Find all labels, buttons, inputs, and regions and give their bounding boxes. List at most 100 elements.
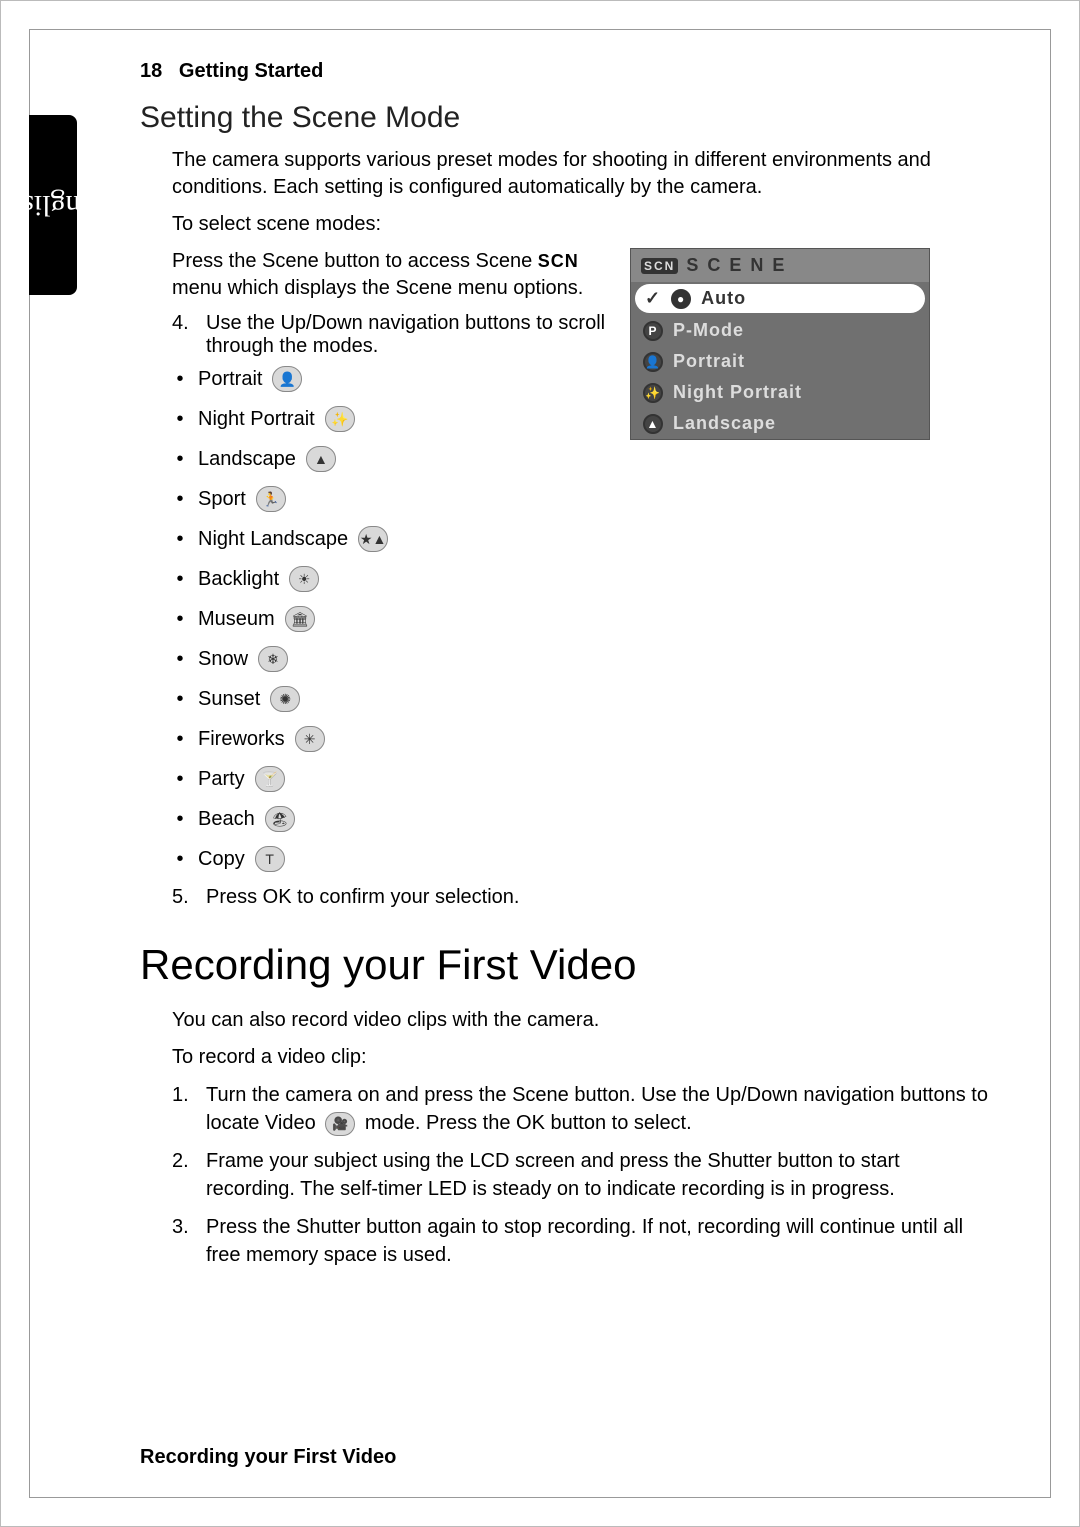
scene-menu-row: ▲ Landscape xyxy=(631,408,929,439)
portrait-icon: 👤 xyxy=(272,366,302,392)
subheading-setting-scene-mode: Setting the Scene Mode xyxy=(140,101,990,135)
video-lead: To record a video clip: xyxy=(172,1044,990,1071)
mode-label: Party xyxy=(198,768,245,791)
page-header: 18 Getting Started xyxy=(140,60,990,83)
snow-icon: ❄ xyxy=(258,646,288,672)
left-column: Press the Scene button to access Scene S… xyxy=(140,248,610,915)
video-steps-list: 1.Turn the camera on and press the Scene… xyxy=(172,1081,990,1269)
step5-text: Press OK to confirm your selection. xyxy=(206,886,519,909)
language-label: English xyxy=(7,188,99,222)
section-name: Getting Started xyxy=(179,60,323,82)
mode-label: Night Portrait xyxy=(198,408,315,431)
step-text-post: mode. Press the OK button to select. xyxy=(359,1112,691,1134)
mode-item: Landscape ▲ xyxy=(172,446,610,472)
intro-paragraph: The camera supports various preset modes… xyxy=(172,147,990,201)
copy-icon: T xyxy=(255,846,285,872)
scene-row-label: P-Mode xyxy=(673,320,744,341)
beach-icon: 🏖 xyxy=(265,806,295,832)
mode-label: Beach xyxy=(198,808,255,831)
step-5: 5. Press OK to confirm your selection. xyxy=(172,886,610,909)
scn-badge-icon: SCN xyxy=(641,258,678,274)
scene-row-icon: ● xyxy=(671,289,691,309)
scene-row-icon: ✨ xyxy=(643,383,663,403)
step-body: Frame your subject using the LCD screen … xyxy=(206,1147,990,1203)
mode-item: Fireworks ✳ xyxy=(172,726,610,752)
mode-label: Backlight xyxy=(198,568,279,591)
page-footer: Recording your First Video xyxy=(140,1446,396,1469)
mode-item: Portrait 👤 xyxy=(172,366,610,392)
scene-row-label: Portrait xyxy=(673,351,745,372)
heading-recording-first-video: Recording your First Video xyxy=(140,941,990,989)
mode-item: Night Landscape ★▲ xyxy=(172,526,610,552)
language-tab: English xyxy=(29,115,77,295)
mode-label: Fireworks xyxy=(198,728,285,751)
sunset-icon: ✺ xyxy=(270,686,300,712)
scene-modes-list: Portrait 👤 Night Portrait ✨ Landscape ▲ Sport 🏃… xyxy=(172,366,610,872)
scn-inline-label: SCN xyxy=(538,251,579,271)
mode-item: Backlight ☀ xyxy=(172,566,610,592)
scene-row-icon: 👤 xyxy=(643,352,663,372)
mode-item: Sport 🏃 xyxy=(172,486,610,512)
scene-menu-figure: SCN S C E N E ✓ ● Auto P P-Mode 👤 Portrait ✨ Nig… xyxy=(630,248,930,440)
scene-menu-row: P P-Mode xyxy=(631,315,929,346)
night-portrait-icon: ✨ xyxy=(325,406,355,432)
press-scene-line: Press the Scene button to access Scene S… xyxy=(172,248,610,302)
select-lead: To select scene modes: xyxy=(172,211,990,238)
scene-menu-title-text: S C E N E xyxy=(686,255,786,276)
mode-item: Night Portrait ✨ xyxy=(172,406,610,432)
step4-number: 4. xyxy=(172,312,196,358)
step-number: 2. xyxy=(172,1147,196,1203)
scene-menu-title: SCN S C E N E xyxy=(631,249,929,282)
press-scene-text-1: Press the Scene button to access Scene xyxy=(172,250,538,272)
mode-item: Snow ❄ xyxy=(172,646,610,672)
page-number: 18 xyxy=(140,60,162,82)
step-body: Turn the camera on and press the Scene b… xyxy=(206,1081,990,1137)
mode-item: Sunset ✺ xyxy=(172,686,610,712)
fireworks-icon: ✳ xyxy=(295,726,325,752)
check-icon: ✓ xyxy=(645,288,661,309)
mode-label: Copy xyxy=(198,848,245,871)
mode-label: Portrait xyxy=(198,368,262,391)
mode-label: Night Landscape xyxy=(198,528,348,551)
mode-item: Copy T xyxy=(172,846,610,872)
scene-menu-row: ✓ ● Auto xyxy=(635,284,925,313)
step-body: Press the Shutter button again to stop r… xyxy=(206,1213,990,1269)
step5-number: 5. xyxy=(172,886,196,909)
video-step: 2.Frame your subject using the LCD scree… xyxy=(172,1147,990,1203)
mode-label: Sport xyxy=(198,488,246,511)
scene-menu-row: ✨ Night Portrait xyxy=(631,377,929,408)
sport-icon: 🏃 xyxy=(256,486,286,512)
scene-row-icon: ▲ xyxy=(643,414,663,434)
mode-label: Snow xyxy=(198,648,248,671)
landscape-icon: ▲ xyxy=(306,446,336,472)
video-step: 1.Turn the camera on and press the Scene… xyxy=(172,1081,990,1137)
step-number: 1. xyxy=(172,1081,196,1137)
video-intro: You can also record video clips with the… xyxy=(172,1007,990,1034)
mode-item: Party 🍸 xyxy=(172,766,610,792)
video-step: 3.Press the Shutter button again to stop… xyxy=(172,1213,990,1269)
museum-icon: 🏛 xyxy=(285,606,315,632)
scene-row-label: Night Portrait xyxy=(673,382,802,403)
page-content: 18 Getting Started Setting the Scene Mod… xyxy=(140,60,990,1269)
press-scene-text-2: menu which displays the Scene menu optio… xyxy=(172,277,583,299)
party-icon: 🍸 xyxy=(255,766,285,792)
mode-label: Sunset xyxy=(198,688,260,711)
video-mode-icon: 🎥 xyxy=(325,1112,355,1136)
manual-page: English 18 Getting Started Setting the S… xyxy=(0,0,1080,1527)
scene-menu-row: 👤 Portrait xyxy=(631,346,929,377)
mode-item: Beach 🏖 xyxy=(172,806,610,832)
two-column-area: Press the Scene button to access Scene S… xyxy=(140,248,990,915)
step-text: Frame your subject using the LCD screen … xyxy=(206,1150,900,1200)
scene-row-icon: P xyxy=(643,321,663,341)
backlight-icon: ☀ xyxy=(289,566,319,592)
step-number: 3. xyxy=(172,1213,196,1269)
step-text: Press the Shutter button again to stop r… xyxy=(206,1216,963,1266)
mode-label: Museum xyxy=(198,608,275,631)
mode-label: Landscape xyxy=(198,448,296,471)
scene-row-label: Landscape xyxy=(673,413,776,434)
page-frame: English 18 Getting Started Setting the S… xyxy=(29,29,1051,1498)
step4-text: Use the Up/Down navigation buttons to sc… xyxy=(206,312,610,358)
scene-row-label: Auto xyxy=(701,288,746,309)
night-landscape-icon: ★▲ xyxy=(358,526,388,552)
scene-menu-rows: ✓ ● Auto P P-Mode 👤 Portrait ✨ Night Portrait ▲ La… xyxy=(631,284,929,439)
